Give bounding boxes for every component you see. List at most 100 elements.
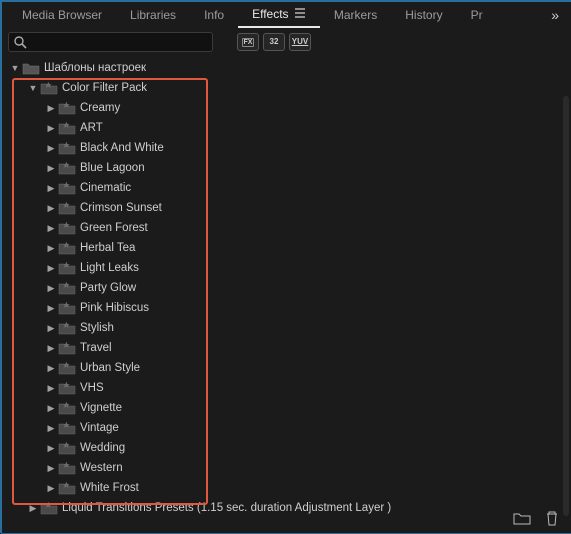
folder-star-icon: [58, 121, 76, 135]
effects-tree: ▼ Шаблоны настроек ▼ Color Filter Pack ▶…: [2, 58, 571, 518]
disclosure-triangle-icon[interactable]: ▶: [44, 363, 58, 374]
tree-row[interactable]: ▶ Travel: [2, 338, 571, 358]
yuv-badge[interactable]: YUV: [289, 33, 311, 51]
tree-label: Party Glow: [80, 282, 136, 294]
disclosure-triangle-icon[interactable]: ▶: [44, 403, 58, 414]
tree-row[interactable]: ▶ Creamy: [2, 98, 571, 118]
tab-history[interactable]: History: [391, 3, 456, 27]
folder-icon: [22, 61, 40, 75]
folder-star-icon: [58, 481, 76, 495]
tree-label: Blue Lagoon: [80, 162, 145, 174]
tree-row-presets-root[interactable]: ▼ Шаблоны настроек: [2, 58, 571, 78]
disclosure-triangle-icon[interactable]: ▶: [44, 163, 58, 174]
tab-info[interactable]: Info: [190, 3, 238, 27]
tree-label: Travel: [80, 342, 112, 354]
tree-row[interactable]: ▶ Blue Lagoon: [2, 158, 571, 178]
tree-label: Urban Style: [80, 362, 140, 374]
disclosure-triangle-icon[interactable]: ▶: [44, 383, 58, 394]
tree-label: Western: [80, 462, 123, 474]
tree-label: Stylish: [80, 322, 114, 334]
tree-label: Pink Hibiscus: [80, 302, 149, 314]
tree-row[interactable]: ▶ Party Glow: [2, 278, 571, 298]
tree-label: Crimson Sunset: [80, 202, 162, 214]
folder-star-icon: [58, 421, 76, 435]
disclosure-triangle-icon[interactable]: ▶: [44, 323, 58, 334]
tab-media-browser[interactable]: Media Browser: [8, 3, 116, 27]
effects-toolbar: FX 32 YUV: [2, 28, 571, 56]
search-box[interactable]: [8, 32, 213, 52]
panel-tab-bar: Media Browser Libraries Info Effects Mar…: [2, 2, 571, 28]
folder-star-icon: [58, 221, 76, 235]
folder-star-icon: [40, 501, 58, 515]
tree-label: Color Filter Pack: [62, 82, 147, 94]
disclosure-triangle-icon[interactable]: ▶: [44, 143, 58, 154]
disclosure-triangle-icon[interactable]: ▶: [44, 463, 58, 474]
tree-row[interactable]: ▶ VHS: [2, 378, 571, 398]
search-icon: [13, 35, 27, 49]
tree-label: VHS: [80, 382, 104, 394]
disclosure-triangle-icon[interactable]: ▶: [44, 243, 58, 254]
disclosure-triangle-icon[interactable]: ▼: [26, 83, 40, 93]
tree-row[interactable]: ▶ Light Leaks: [2, 258, 571, 278]
disclosure-triangle-icon[interactable]: ▶: [44, 263, 58, 274]
tree-row-liquid-transitions[interactable]: ▶ Liquid Transitions Presets (1.15 sec. …: [2, 498, 571, 518]
disclosure-triangle-icon[interactable]: ▼: [8, 63, 22, 73]
folder-star-icon: [58, 301, 76, 315]
tree-row[interactable]: ▶ ART: [2, 118, 571, 138]
folder-star-icon: [58, 241, 76, 255]
32bit-badge[interactable]: 32: [263, 33, 285, 51]
disclosure-triangle-icon[interactable]: ▶: [44, 303, 58, 314]
disclosure-triangle-icon[interactable]: ▶: [44, 343, 58, 354]
folder-star-icon: [58, 161, 76, 175]
tree-row-color-filter-pack[interactable]: ▼ Color Filter Pack: [2, 78, 571, 98]
folder-star-icon: [40, 81, 58, 95]
effects-tree-container: ▼ Шаблоны настроек ▼ Color Filter Pack ▶…: [2, 56, 571, 506]
disclosure-triangle-icon[interactable]: ▶: [44, 203, 58, 214]
disclosure-triangle-icon[interactable]: ▶: [44, 423, 58, 434]
tab-markers[interactable]: Markers: [320, 3, 391, 27]
tree-row[interactable]: ▶ Vintage: [2, 418, 571, 438]
disclosure-triangle-icon[interactable]: ▶: [44, 103, 58, 114]
tree-label: Green Forest: [80, 222, 148, 234]
tree-row[interactable]: ▶ Pink Hibiscus: [2, 298, 571, 318]
vertical-scrollbar[interactable]: [563, 96, 569, 516]
disclosure-triangle-icon[interactable]: ▶: [44, 283, 58, 294]
tree-label: Liquid Transitions Presets (1.15 sec. du…: [62, 502, 391, 514]
accelerated-effects-badge[interactable]: FX: [237, 33, 259, 51]
folder-star-icon: [58, 281, 76, 295]
tree-row[interactable]: ▶ Stylish: [2, 318, 571, 338]
disclosure-triangle-icon[interactable]: ▶: [44, 223, 58, 234]
tab-overflow-button[interactable]: »: [545, 3, 565, 27]
disclosure-triangle-icon[interactable]: ▶: [26, 503, 40, 514]
folder-star-icon: [58, 341, 76, 355]
disclosure-triangle-icon[interactable]: ▶: [44, 443, 58, 454]
folder-star-icon: [58, 101, 76, 115]
disclosure-triangle-icon[interactable]: ▶: [44, 483, 58, 494]
folder-star-icon: [58, 361, 76, 375]
folder-star-icon: [58, 401, 76, 415]
tree-label: Cinematic: [80, 182, 131, 194]
tab-libraries[interactable]: Libraries: [116, 3, 190, 27]
tree-label: Шаблоны настроек: [44, 62, 146, 74]
tree-row[interactable]: ▶ Black And White: [2, 138, 571, 158]
tab-effects[interactable]: Effects: [238, 2, 320, 28]
tree-row[interactable]: ▶ Urban Style: [2, 358, 571, 378]
tree-row[interactable]: ▶ Western: [2, 458, 571, 478]
disclosure-triangle-icon[interactable]: ▶: [44, 183, 58, 194]
folder-star-icon: [58, 461, 76, 475]
folder-star-icon: [58, 201, 76, 215]
tree-row[interactable]: ▶ White Frost: [2, 478, 571, 498]
tree-row[interactable]: ▶ Green Forest: [2, 218, 571, 238]
tree-row[interactable]: ▶ Herbal Tea: [2, 238, 571, 258]
disclosure-triangle-icon[interactable]: ▶: [44, 123, 58, 134]
tree-row[interactable]: ▶ Vignette: [2, 398, 571, 418]
tab-more-truncated[interactable]: Pr: [457, 3, 497, 27]
effect-type-filters: FX 32 YUV: [237, 33, 311, 51]
tree-label: Vignette: [80, 402, 122, 414]
tree-row[interactable]: ▶ Crimson Sunset: [2, 198, 571, 218]
tree-row[interactable]: ▶ Cinematic: [2, 178, 571, 198]
tree-label: Light Leaks: [80, 262, 139, 274]
tree-row[interactable]: ▶ Wedding: [2, 438, 571, 458]
panel-menu-icon[interactable]: [294, 8, 306, 18]
search-input[interactable]: [27, 35, 208, 49]
